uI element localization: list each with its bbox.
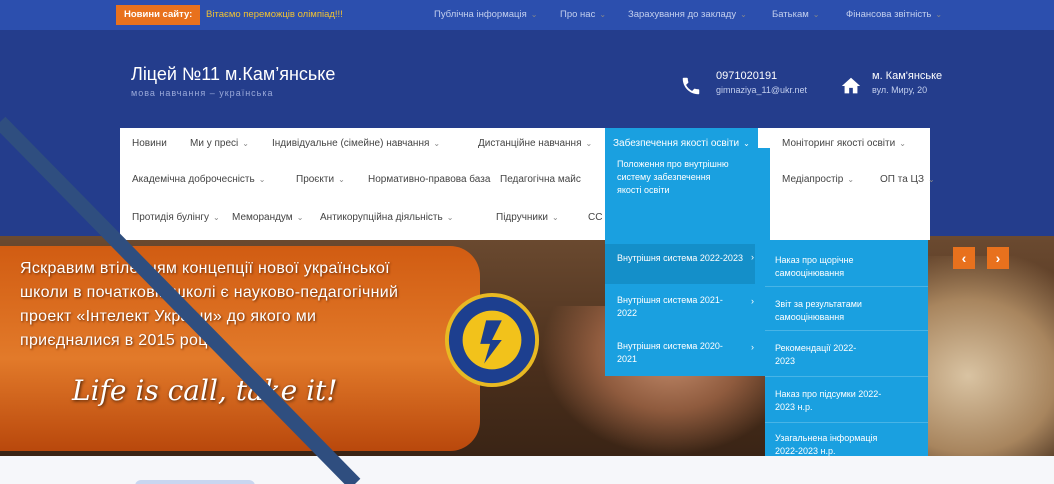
chevron-right-icon: › bbox=[751, 296, 754, 306]
submenu-item-results-order[interactable]: Наказ про підсумки 2022-2023 н.р. bbox=[765, 388, 895, 414]
hero-text-line: Яскравим втіленням концепції нової украї… bbox=[20, 260, 390, 277]
chevron-down-icon: ⌄ bbox=[847, 175, 855, 184]
nav-ss[interactable]: СС bbox=[588, 208, 602, 228]
nav-pedagogical-skill[interactable]: Педагогічна майс bbox=[500, 170, 581, 190]
phone-icon bbox=[682, 77, 700, 95]
hero-slogan: Life is call, take it! bbox=[72, 374, 338, 407]
top-menu-finance[interactable]: Фінансова звітність ⌄ bbox=[846, 5, 942, 25]
dropdown-item-system-2020-2021[interactable]: Внутрішня система 2020-2021 bbox=[605, 340, 745, 366]
chevron-down-icon: ⌄ bbox=[899, 139, 906, 148]
main-navigation: Новини Ми у пресі ⌄ Індивідуальне (сімейн… bbox=[120, 128, 935, 240]
dropdown-item-system-2021-2022[interactable]: Внутрішня система 2021-2022 bbox=[605, 294, 745, 320]
quality-assurance-dropdown: Положення про внутрішню систему забезпеч… bbox=[605, 148, 770, 376]
submenu-item-self-assessment-order[interactable]: Наказ про щорічне самооцінювання bbox=[765, 254, 928, 280]
chevron-down-icon: ⌄ bbox=[551, 213, 559, 222]
chevron-down-icon: ⌄ bbox=[530, 10, 538, 19]
top-menu-parents[interactable]: Батькам ⌄ bbox=[772, 5, 820, 25]
chevron-down-icon: ⌄ bbox=[928, 175, 935, 184]
chevron-right-icon: › bbox=[751, 252, 754, 262]
chevron-down-icon: ⌄ bbox=[338, 175, 345, 184]
chevron-down-icon: ⌄ bbox=[585, 139, 593, 148]
divider bbox=[765, 422, 928, 423]
chevron-down-icon: ⌄ bbox=[935, 10, 943, 19]
hero-text-line: проект «Інтелект України» до якого ми bbox=[20, 308, 317, 325]
chevron-down-icon: ⌄ bbox=[213, 213, 220, 222]
top-bar: Новини сайту: Вітаємо переможців олімпіа… bbox=[0, 0, 1054, 30]
submenu-item-self-assessment-report[interactable]: Звіт за результатами самооцінювання bbox=[765, 298, 928, 324]
system-2022-2023-submenu: Наказ про щорічне самооцінювання Звіт за… bbox=[765, 240, 928, 484]
site-title[interactable]: Ліцей №11 м.Кам’янське bbox=[131, 64, 335, 85]
divider bbox=[765, 330, 928, 331]
news-ticker[interactable]: Вітаємо переможців олімпіад!!! bbox=[206, 5, 343, 25]
slider-next-button[interactable]: › bbox=[987, 247, 1009, 269]
chevron-down-icon: ⌄ bbox=[433, 139, 441, 148]
phone-number[interactable]: 0971020191 bbox=[716, 70, 777, 82]
chevron-down-icon: ⌄ bbox=[740, 10, 747, 19]
nav-legal-base[interactable]: Нормативно-правова база bbox=[368, 170, 490, 190]
top-menu-admission[interactable]: Зарахування до закладу ⌄ bbox=[628, 5, 747, 25]
street-address: вул. Миру, 20 bbox=[872, 85, 928, 95]
chevron-right-icon: › bbox=[751, 342, 754, 352]
chevron-down-icon: ⌄ bbox=[743, 139, 750, 148]
hero-text-line: школи в початковій школі є науково-педаг… bbox=[20, 284, 399, 301]
nav-op-cz[interactable]: ОП та ЦЗ ⌄ bbox=[880, 170, 935, 190]
email-address[interactable]: gimnaziya_11@ukr.net bbox=[716, 85, 807, 95]
top-menu-public-info[interactable]: Публічна інформація ⌄ bbox=[434, 5, 537, 25]
dropdown-item-regulation[interactable]: Положення про внутрішню систему забезпеч… bbox=[605, 158, 745, 197]
nav-memorandum[interactable]: Меморандум ⌄ bbox=[232, 208, 303, 228]
hero-text-line: приєдналися в 2015 році bbox=[20, 332, 212, 349]
divider bbox=[765, 286, 928, 287]
dropdown-item-system-2022-2023[interactable]: Внутрішня система 2022-2023 bbox=[605, 244, 755, 284]
nav-media-space[interactable]: Медіапростір ⌄ bbox=[782, 170, 854, 190]
chevron-down-icon: ⌄ bbox=[812, 10, 820, 19]
nav-press[interactable]: Ми у пресі ⌄ bbox=[190, 134, 249, 154]
city-name: м. Кам'янське bbox=[872, 70, 943, 82]
slider-prev-button[interactable]: ‹ bbox=[953, 247, 975, 269]
nav-distance-learning[interactable]: Дистанційне навчання ⌄ bbox=[478, 134, 592, 154]
content-area bbox=[0, 456, 1054, 484]
nav-individual-learning[interactable]: Індивідуальне (сімейне) навчання ⌄ bbox=[272, 134, 440, 154]
nav-news[interactable]: Новини bbox=[132, 134, 167, 154]
nav-academic-integrity[interactable]: Академічна доброчесність ⌄ bbox=[132, 170, 265, 190]
chevron-down-icon: ⌄ bbox=[599, 10, 607, 19]
submenu-item-summary-info[interactable]: Узагальнена інформація 2022-2023 н.р. bbox=[765, 432, 905, 458]
top-menu-about[interactable]: Про нас ⌄ bbox=[560, 5, 606, 25]
content-tag bbox=[135, 480, 255, 484]
chevron-down-icon: ⌄ bbox=[258, 175, 266, 184]
chevron-down-icon: ⌄ bbox=[446, 213, 454, 222]
site-subtitle: мова навчання – українська bbox=[131, 88, 274, 98]
submenu-item-recommendations[interactable]: Рекомендації 2022-2023 bbox=[765, 342, 885, 368]
chevron-down-icon: ⌄ bbox=[296, 213, 304, 222]
chevron-down-icon: ⌄ bbox=[242, 139, 249, 148]
nav-projects[interactable]: Проєкти ⌄ bbox=[296, 170, 345, 190]
news-label: Новини сайту: bbox=[116, 5, 201, 25]
nav-anti-bullying[interactable]: Протидія булінгу ⌄ bbox=[132, 208, 220, 228]
nav-textbooks[interactable]: Підручники ⌄ bbox=[496, 208, 559, 228]
nav-anti-corruption[interactable]: Антикорупційна діяльність ⌄ bbox=[320, 208, 453, 228]
divider bbox=[765, 376, 928, 377]
nav-quality-monitoring[interactable]: Моніторинг якості освіти ⌄ bbox=[782, 134, 906, 154]
school-emblem-icon bbox=[444, 292, 540, 388]
home-icon bbox=[841, 77, 861, 94]
